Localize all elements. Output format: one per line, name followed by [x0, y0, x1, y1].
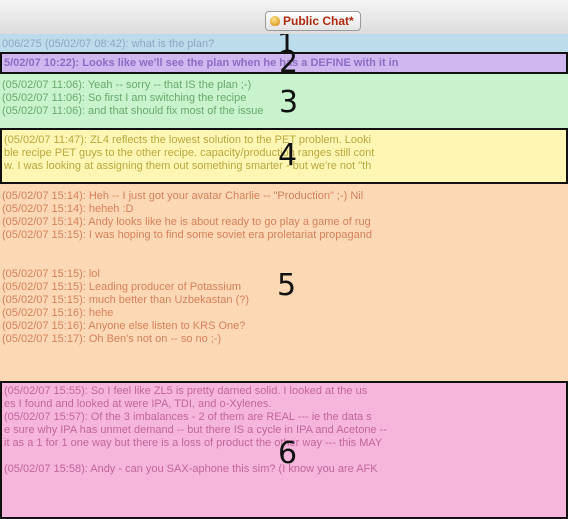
chat-line: (05/02/07 15:15): I was hoping to find s…	[2, 229, 372, 241]
chat-line-blank	[0, 242, 568, 255]
chat-line-blank	[0, 255, 568, 268]
chat-line: (05/02/07 15:14): Heh -- I just got your…	[2, 190, 364, 202]
window-toolbar: Public Chat*	[0, 0, 568, 34]
chat-line: (05/02/07 15:57): Of the 3 imbalances - …	[4, 411, 372, 423]
section-number-4: 4	[278, 138, 298, 173]
chat-line: (05/02/07 15:14): Andy looks like he is …	[2, 216, 371, 228]
chat-line: (05/02/07 15:14): heheh :D	[2, 203, 134, 215]
section-number-3: 3	[279, 85, 299, 120]
chat-line: (05/02/07 15:17): Oh Ben's not on -- so …	[2, 333, 222, 345]
chat-bubble-icon	[270, 16, 280, 26]
section-number-6: 6	[278, 436, 298, 471]
chat-line: (05/02/07 15:16): Anyone else listen to …	[2, 320, 246, 332]
tab-public-chat[interactable]: Public Chat*	[265, 11, 361, 31]
chat-transcript[interactable]: 006/275 (05/02/07 08:42): what is the pl…	[0, 34, 568, 519]
chat-line: es I found and looked at were IPA, TDI, …	[4, 398, 272, 410]
section-number-2: 2	[279, 45, 299, 80]
tab-label: Public Chat*	[283, 14, 354, 28]
chat-line: (05/02/07 15:16): hehe	[2, 307, 114, 319]
chat-line: (05/02/07 15:55): So I feel like ZL5 is …	[4, 385, 368, 397]
section-number-5: 5	[277, 268, 297, 303]
